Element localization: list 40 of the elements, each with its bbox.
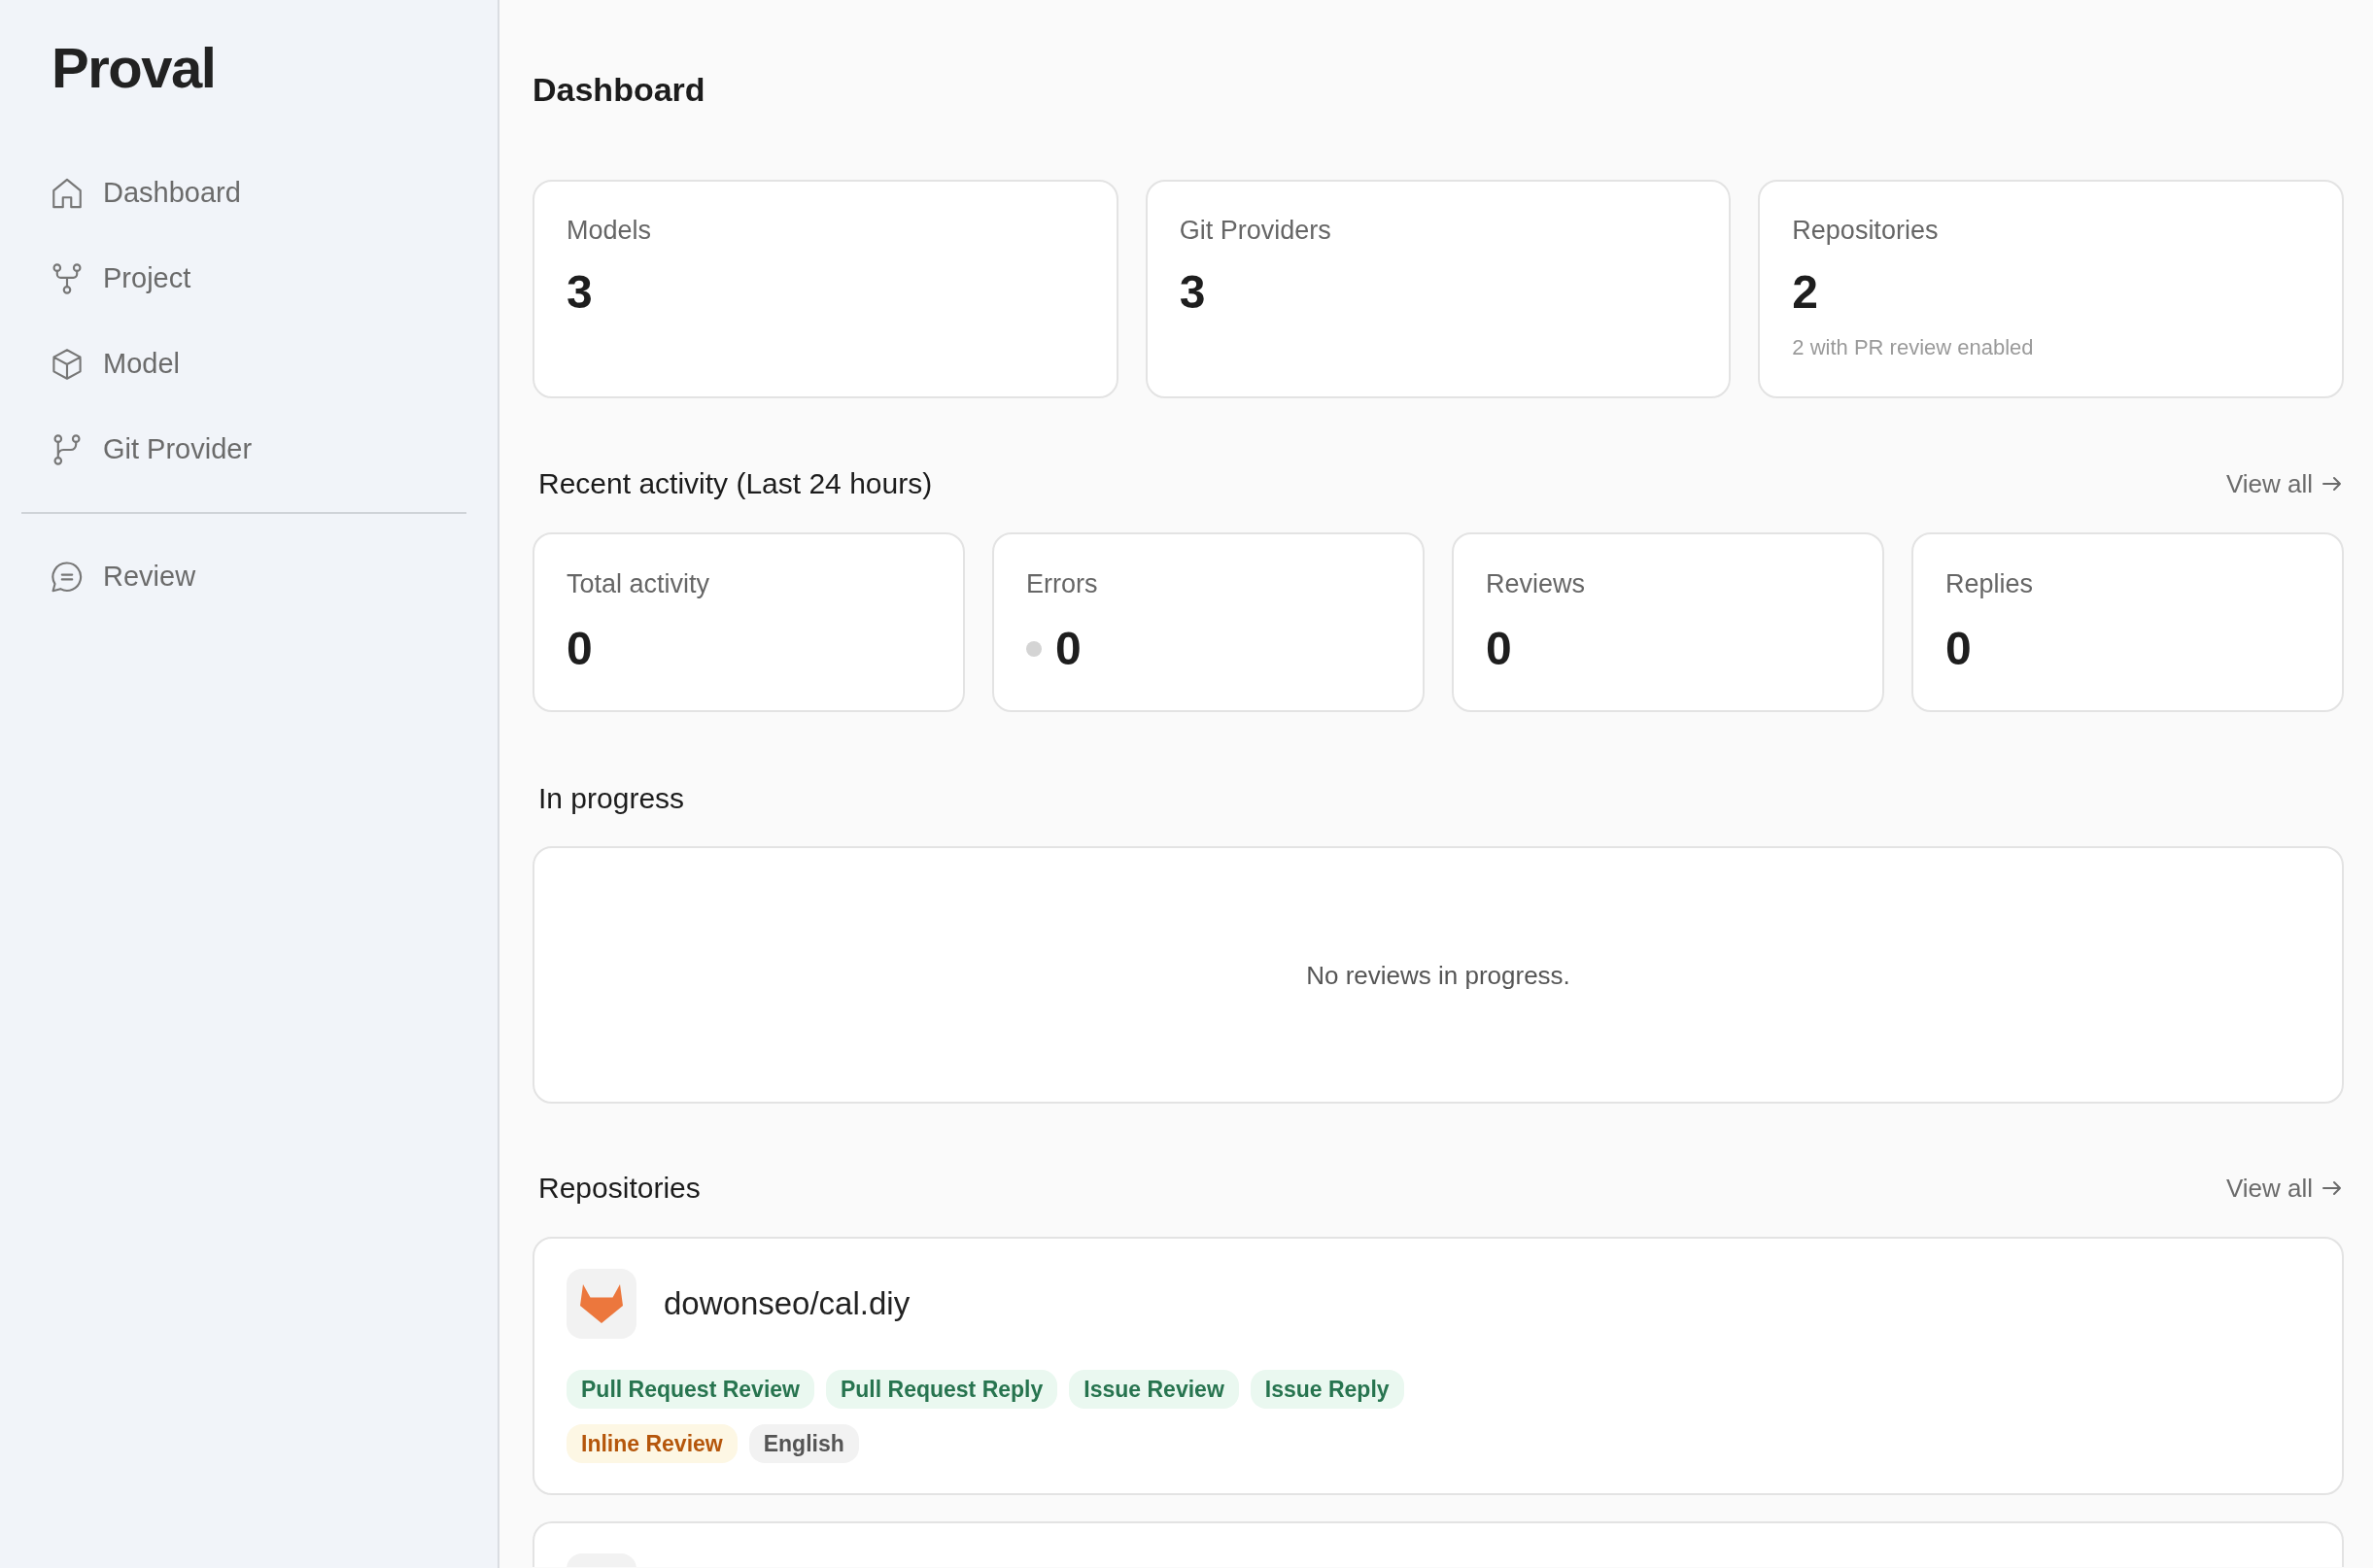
language-tag: English <box>748 1424 859 1463</box>
view-all-link[interactable]: View all <box>2225 466 2344 501</box>
stat-value: 0 <box>1945 622 1972 676</box>
stat-label: Total activity <box>567 568 710 600</box>
stat-label: Replies <box>1945 568 2034 600</box>
page-title: Dashboard <box>533 70 705 109</box>
stat-value: 3 <box>567 265 593 320</box>
empty-message: No reviews in progress. <box>1306 959 1570 992</box>
repo-name: dowonseo/cal.diy <box>664 1284 911 1323</box>
feature-tag: Pull Request Reply <box>825 1370 1058 1409</box>
sidebar-item[interactable]: Model <box>51 337 180 392</box>
section-title: Recent activity (Last 24 hours) <box>538 466 933 501</box>
stat-value: 0 <box>1055 622 1082 676</box>
stat-label: Reviews <box>1486 568 1586 600</box>
sidebar-item[interactable]: Project <box>51 252 191 306</box>
stat-label: Repositories <box>1792 215 1939 247</box>
sidebar-item[interactable]: Git Provider <box>51 423 253 477</box>
option-tag: Inline Review <box>567 1424 738 1463</box>
feature-tag: Issue Reply <box>1250 1370 1404 1409</box>
view-all-link[interactable]: View all <box>2225 1171 2344 1206</box>
stat-value: 3 <box>1179 265 1206 320</box>
stat-value: 2 <box>1792 265 1819 320</box>
brand-logo: Proval <box>52 37 216 99</box>
fork-icon <box>51 262 84 295</box>
sidebar-item[interactable]: Review <box>51 550 196 604</box>
section-title: Repositories <box>538 1171 701 1206</box>
stat-label: Models <box>567 215 652 247</box>
cube-icon <box>51 348 84 381</box>
feature-tag: Pull Request Review <box>567 1370 814 1409</box>
stat-value: 0 <box>1486 622 1512 676</box>
section-title: In progress <box>538 781 685 816</box>
chat-bubble-icon <box>51 561 84 594</box>
stat-value: 0 <box>567 622 593 676</box>
fox-icon <box>567 1269 636 1339</box>
stat-note: 2 with PR review enabled <box>1792 334 2034 361</box>
sidebar-item[interactable]: Dashboard <box>51 166 241 221</box>
stat-label: Errors <box>1026 568 1098 600</box>
stat-label: Git Providers <box>1179 215 1331 247</box>
feature-tag: Issue Review <box>1069 1370 1239 1409</box>
home-icon <box>51 177 84 210</box>
